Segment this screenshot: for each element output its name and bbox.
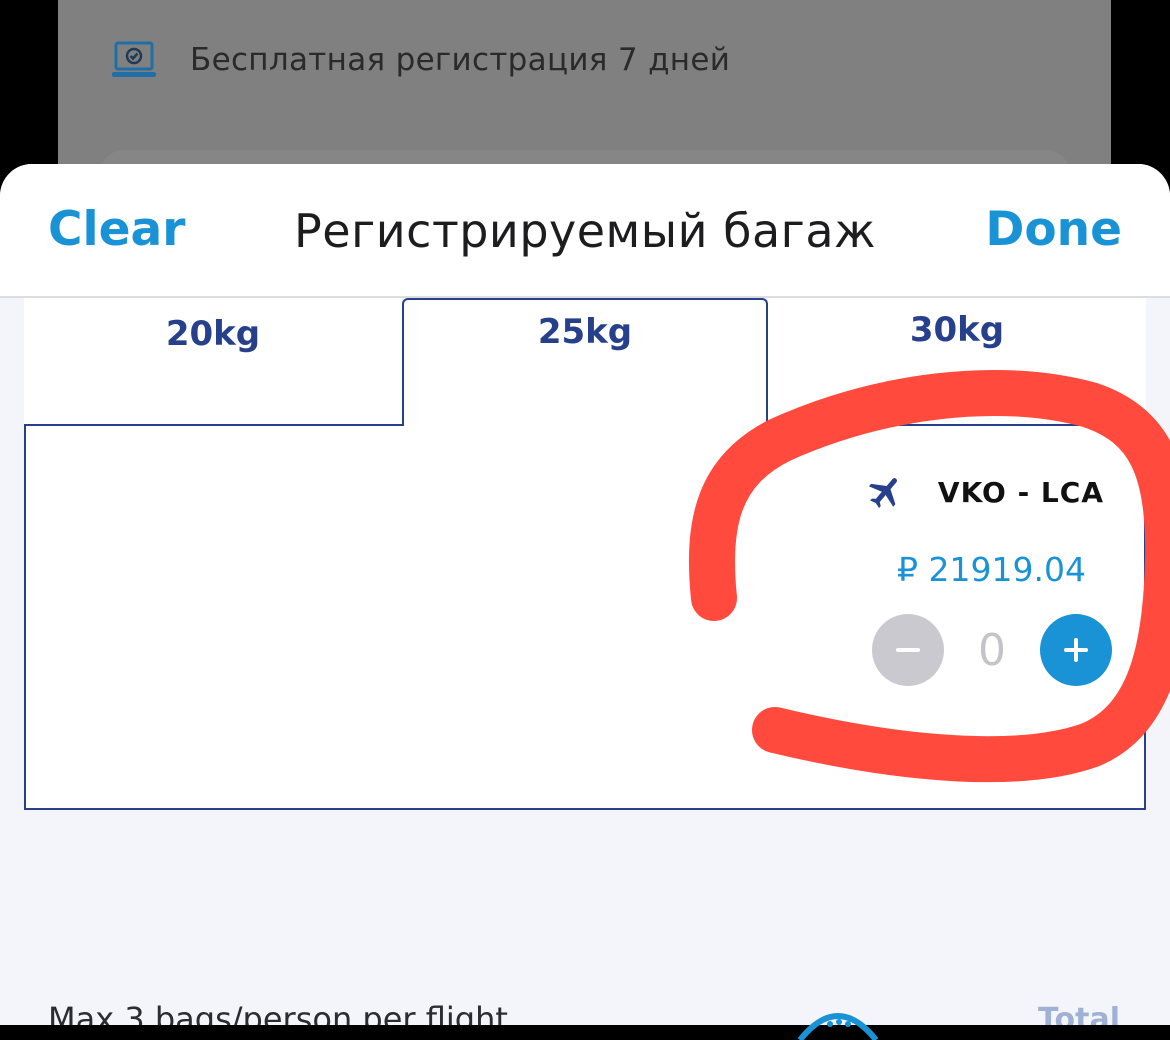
plus-icon <box>1064 638 1088 662</box>
route-label: VKO - LCA <box>937 475 1104 509</box>
decrease-button[interactable] <box>872 614 944 686</box>
tab-20kg[interactable]: 20kg <box>24 298 402 426</box>
done-button[interactable]: Done <box>985 202 1122 257</box>
tab-25kg[interactable]: 25kg <box>402 298 768 426</box>
sheet-header: Clear Регистрируемый багаж Done <box>0 164 1170 298</box>
baggage-icon <box>797 1013 879 1040</box>
minus-icon <box>896 648 920 652</box>
background-feature-text: Бесплатная регистрация 7 дней <box>190 42 731 78</box>
increase-button[interactable] <box>1040 614 1112 686</box>
baggage-price: ₽ 21919.04 <box>897 550 1086 589</box>
total-label: Total <box>1038 1002 1120 1025</box>
tab-30kg[interactable]: 30kg <box>768 298 1146 426</box>
airplane-icon <box>868 478 897 508</box>
baggage-panel: VKO - LCA ₽ 21919.04 0 <box>24 426 1146 810</box>
laptop-check-icon <box>112 41 156 77</box>
quantity-value: 0 <box>978 624 1006 676</box>
baggage-sheet: Clear Регистрируемый багаж Done 20kg 25k… <box>0 164 1170 1025</box>
flight-route: VKO - LCA <box>866 472 1104 512</box>
weight-tabs: 20kg 25kg 30kg <box>24 298 1146 428</box>
quantity-stepper: 0 <box>872 614 1112 686</box>
max-bags-note: Max 3 bags/person per flight <box>48 1000 508 1025</box>
background-feature-row: Бесплатная регистрация 7 дней <box>110 40 730 80</box>
